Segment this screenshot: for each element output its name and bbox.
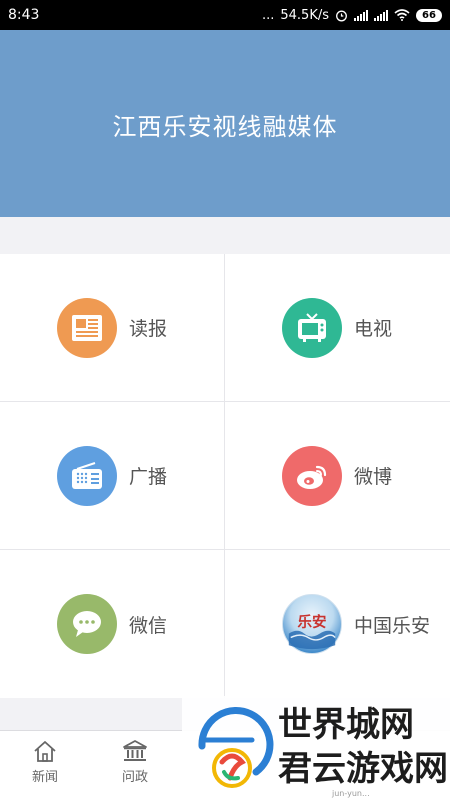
app-screen: 8:43 ... 54.5K/s 66 江西乐安视线融媒体 读报 电视 广播 微… [0,0,450,800]
grid-item-label: 微信 [129,614,168,637]
weibo-icon [282,445,342,506]
grid-item-label: 读报 [129,318,168,340]
alarm-icon [336,10,347,21]
status-indicators: ... 54.5K/s 66 [262,8,442,23]
nav-label: 新闻 [31,770,58,785]
newspaper-icon [57,297,117,358]
network-speed: 54.5K/s [280,7,329,23]
grid-item-radio[interactable]: 广播 [0,402,225,550]
status-dots: ... [261,7,275,23]
channel-grid: 读报 电视 广播 微博 微信 乐安 中国乐安 [0,254,450,698]
page-title: 江西乐安视线融媒体 [112,113,338,141]
grid-item-label: 广播 [129,466,168,488]
grid-item-label: 中国乐安 [354,614,431,637]
header-banner: 江西乐安视线融媒体 [0,30,450,217]
grid-item-tv[interactable]: 电视 [225,254,450,402]
grid-item-weibo[interactable]: 微博 [225,402,450,550]
radio-icon [57,445,117,506]
grid-item-china-lean[interactable]: 乐安 中国乐安 [225,550,450,698]
lean-logo-text: 乐安 [298,613,327,631]
nav-item-government[interactable]: 问政 [90,731,180,800]
status-time: 8:43 [8,7,40,23]
tv-icon [282,297,342,358]
lean-logo-icon: 乐安 [282,594,342,654]
grid-item-newspaper[interactable]: 读报 [0,254,225,402]
bottom-nav: 新闻 问政 [0,730,450,800]
grid-item-label: 电视 [354,318,393,340]
government-icon [123,740,147,761]
nav-item-news[interactable]: 新闻 [0,731,90,800]
grid-item-label: 微博 [354,466,393,488]
wifi-icon [394,9,410,21]
grid-item-wechat[interactable]: 微信 [0,550,225,698]
wechat-icon [57,594,117,654]
battery-icon: 66 [416,8,442,22]
home-icon [34,741,56,762]
status-bar: 8:43 ... 54.5K/s 66 [0,0,450,30]
signal-icon-2 [374,9,388,21]
signal-icon [354,9,368,21]
nav-label: 问政 [121,770,148,785]
